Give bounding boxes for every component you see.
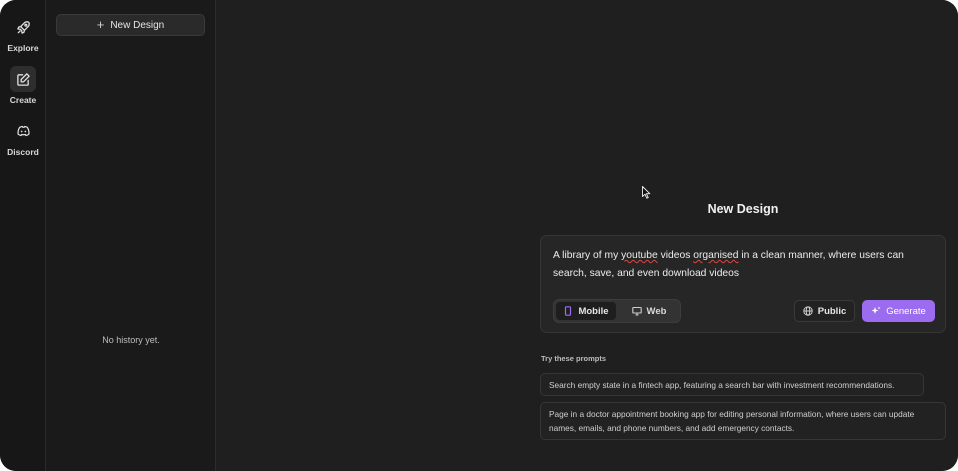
mode-web-option[interactable]: Web [620, 302, 678, 320]
left-rail: Explore Create Discord [0, 0, 46, 471]
plus-icon: + [96, 17, 105, 32]
app-window: Explore Create Discord + New Design No h… [0, 0, 958, 471]
suggestion-prompt[interactable]: Search empty state in a fintech app, fea… [540, 373, 924, 396]
empty-history-text: No history yet. [102, 335, 160, 345]
try-prompts-heading: Try these prompts [541, 354, 607, 363]
prompt-input[interactable]: A library of my youtube videos organised… [553, 247, 935, 283]
page-title: New Design [707, 202, 779, 216]
edit-icon [16, 72, 30, 86]
new-design-button-label: New Design [110, 19, 165, 31]
prompt-text-part: A library of my [553, 250, 622, 261]
generate-button[interactable]: Generate [862, 300, 935, 322]
new-design-button[interactable]: + New Design [56, 14, 205, 36]
mode-web-label: Web [646, 305, 667, 317]
globe-icon [803, 306, 813, 316]
rail-item-create[interactable]: Create [0, 66, 46, 112]
mode-mobile-option[interactable]: Mobile [556, 302, 616, 320]
monitor-icon [631, 306, 642, 316]
rail-item-explore[interactable]: Explore [0, 14, 46, 60]
misspelled-word: organised [693, 250, 739, 261]
prompt-card: A library of my youtube videos organised… [540, 235, 946, 333]
sparkle-icon [871, 306, 881, 314]
rail-label-explore: Explore [7, 43, 39, 53]
history-panel: + New Design No history yet. [46, 0, 216, 471]
prompt-text-part: videos [657, 250, 694, 261]
mobile-icon [565, 306, 572, 316]
generate-button-label: Generate [886, 305, 926, 317]
public-button[interactable]: Public [794, 300, 855, 322]
mode-mobile-label: Mobile [578, 305, 609, 317]
misspelled-word: youtube [621, 250, 658, 261]
discord-icon [16, 125, 30, 136]
public-button-label: Public [817, 305, 847, 317]
rail-label-discord: Discord [7, 147, 39, 157]
rail-label-create: Create [9, 95, 37, 105]
device-mode-toggle: Mobile Web [553, 299, 681, 323]
main-area: New Design A library of my youtube video… [216, 0, 958, 471]
rocket-icon [16, 20, 30, 34]
mouse-cursor-icon [642, 186, 651, 199]
suggestion-prompt[interactable]: Page in a doctor appointment booking app… [540, 402, 946, 440]
rail-item-discord[interactable]: Discord [0, 118, 46, 164]
